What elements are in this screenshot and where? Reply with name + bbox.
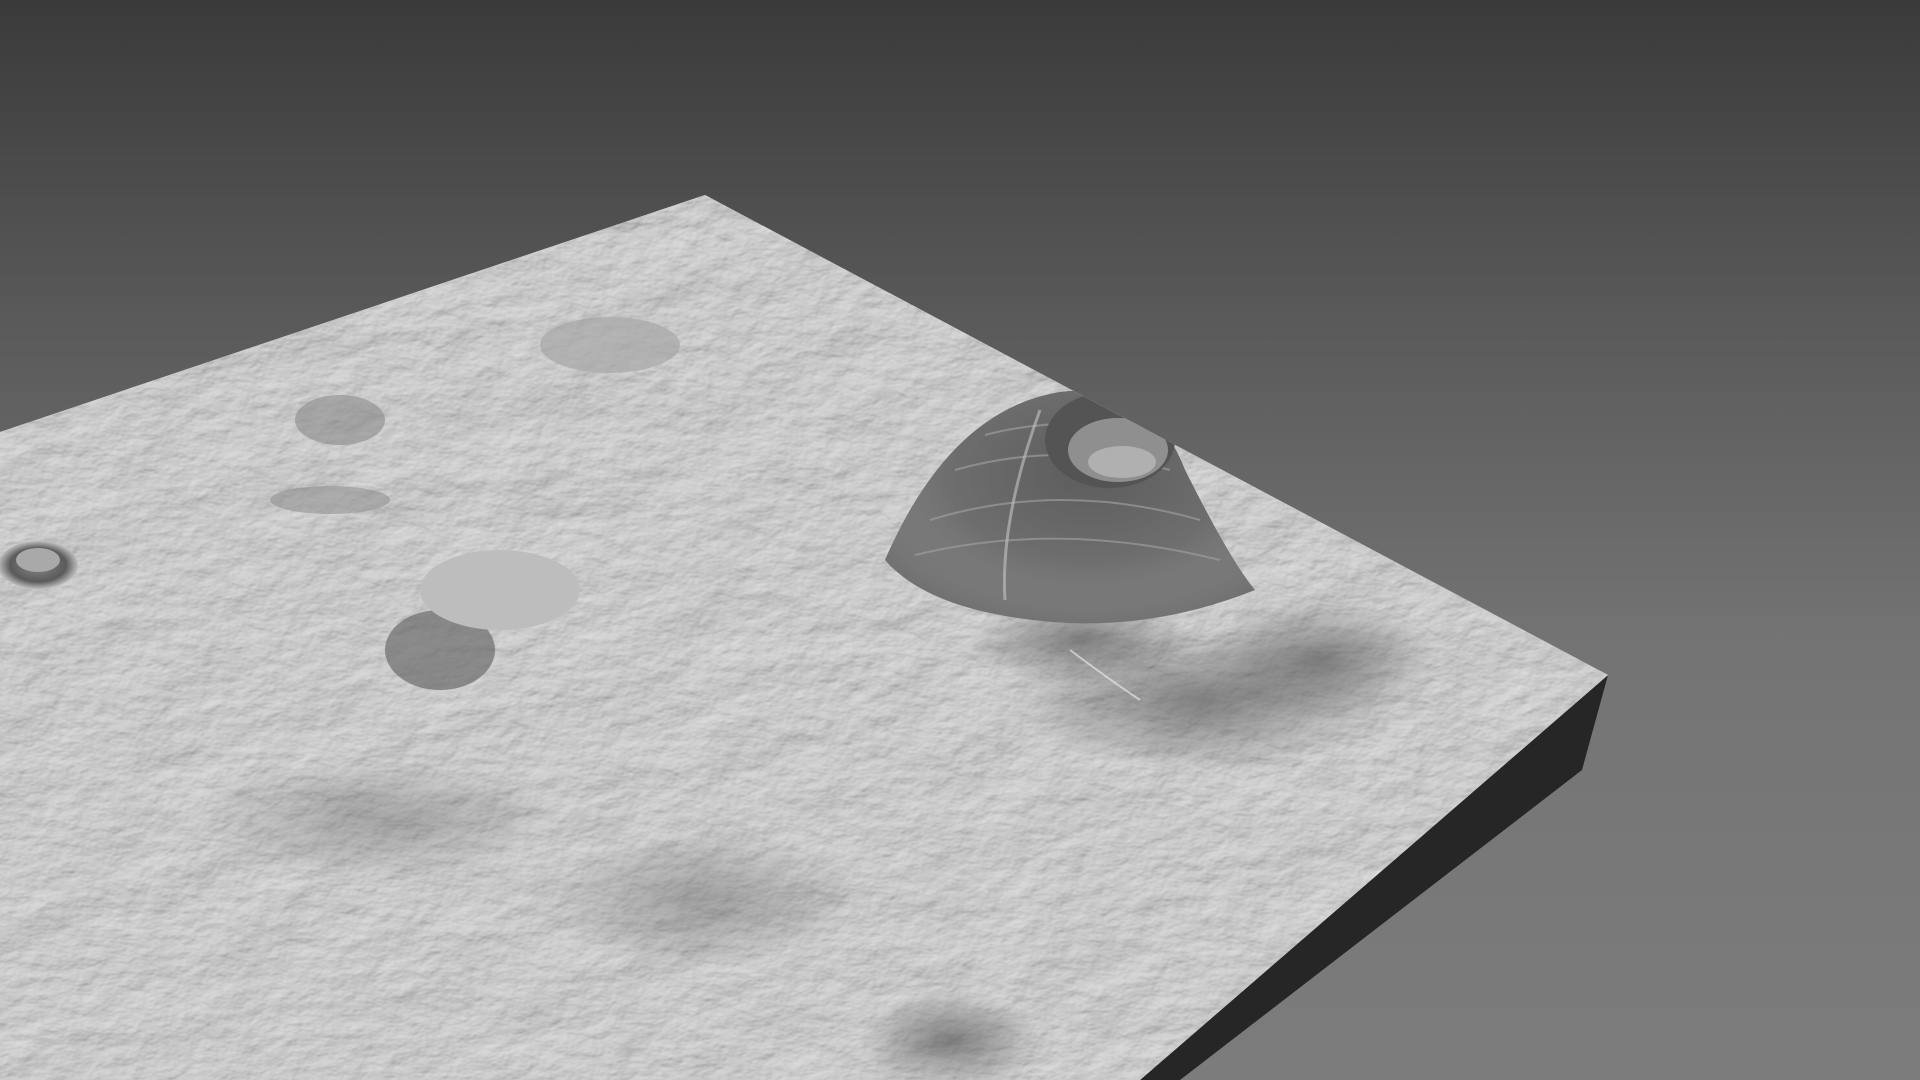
terrain-scene (0, 195, 1608, 1080)
3d-viewport[interactable] (0, 0, 1920, 1080)
small-crater (0, 541, 78, 589)
terrain-surface (0, 195, 1608, 1080)
